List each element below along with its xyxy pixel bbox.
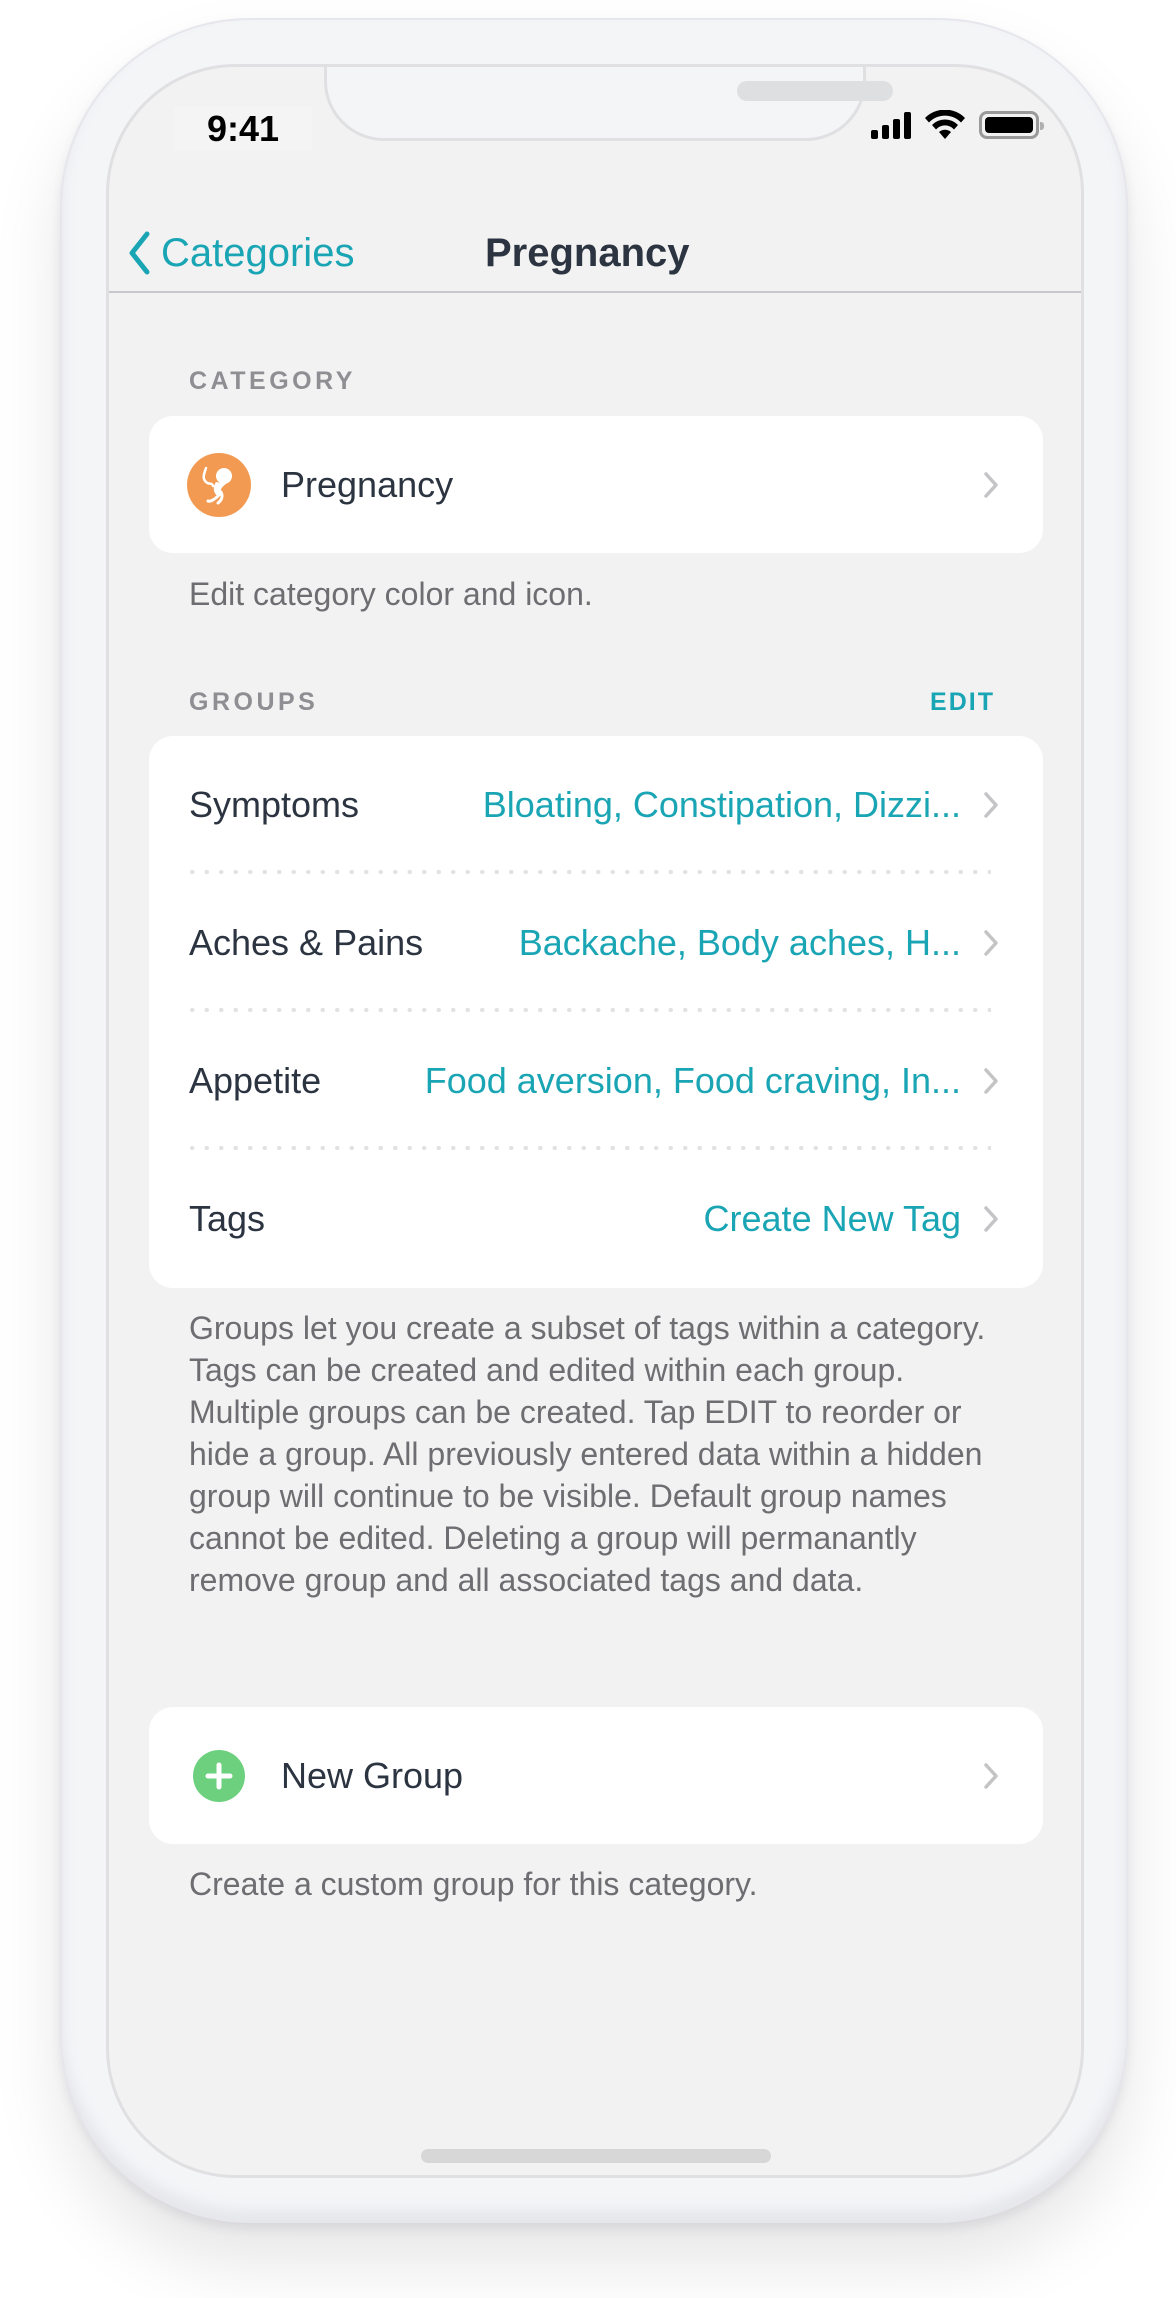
chevron-right-icon — [984, 1068, 998, 1094]
category-card: Pregnancy — [149, 416, 1043, 553]
category-row[interactable]: Pregnancy — [149, 416, 1043, 553]
group-name: Appetite — [189, 1060, 322, 1101]
back-label: Categories — [161, 231, 355, 275]
group-name: Symptoms — [189, 784, 360, 825]
group-row-appetite[interactable]: Appetite Food aversion, Food craving, In… — [149, 1012, 1043, 1150]
phone-screen: 9:41 Categories Pregnancy CATEGORY Pregn… — [106, 64, 1084, 2178]
groups-section-header: GROUPS — [189, 688, 319, 716]
cellular-signal-icon — [871, 111, 911, 139]
plus-circle-icon — [193, 1749, 245, 1802]
chevron-right-icon — [984, 1206, 998, 1232]
home-indicator[interactable] — [421, 2149, 771, 2163]
new-group-button[interactable]: New Group — [149, 1707, 1043, 1844]
group-row-symptoms[interactable]: Symptoms Bloating, Constipation, Dizzi..… — [149, 736, 1043, 874]
back-button[interactable]: Categories — [127, 231, 354, 275]
navigation-bar: Categories Pregnancy — [109, 197, 1081, 293]
chevron-left-icon — [129, 231, 150, 275]
chevron-right-icon — [984, 1762, 998, 1789]
new-group-label: New Group — [281, 1754, 464, 1796]
wifi-icon — [925, 110, 965, 139]
chevron-right-icon — [984, 471, 998, 498]
group-row-tags[interactable]: Tags Create New Tag — [149, 1150, 1043, 1288]
device-mockup: 9:41 Categories Pregnancy CATEGORY Pregn… — [0, 0, 1176, 2298]
notch — [324, 67, 893, 141]
group-tags-preview: Food aversion, Food craving, In... — [424, 1060, 961, 1101]
groups-card: Symptoms Bloating, Constipation, Dizzi..… — [149, 736, 1043, 1288]
group-row-aches-pains[interactable]: Aches & Pains Backache, Body aches, H... — [149, 874, 1043, 1012]
category-section-header: CATEGORY — [189, 367, 356, 395]
new-group-footer: Create a custom group for this category. — [189, 1866, 758, 1902]
new-group-card: New Group — [149, 1707, 1043, 1844]
groups-footer: Groups let you create a subset of tags w… — [189, 1310, 986, 1598]
page-title: Pregnancy — [485, 231, 690, 275]
group-tags-preview: Bloating, Constipation, Dizzi... — [482, 784, 961, 825]
status-icons — [871, 105, 1044, 145]
battery-icon — [979, 111, 1044, 139]
edit-groups-button[interactable]: EDIT — [930, 688, 995, 717]
create-new-tag-link: Create New Tag — [703, 1198, 961, 1239]
speaker-grille — [737, 81, 893, 101]
group-name: Tags — [189, 1198, 266, 1239]
chevron-right-icon — [984, 930, 998, 956]
status-time: 9:41 — [174, 107, 312, 151]
fetus-icon — [187, 452, 251, 517]
group-name: Aches & Pains — [189, 922, 424, 963]
category-footer: Edit category color and icon. — [189, 576, 593, 612]
category-name: Pregnancy — [281, 463, 454, 505]
chevron-right-icon — [984, 792, 998, 818]
group-tags-preview: Backache, Body aches, H... — [518, 922, 961, 963]
